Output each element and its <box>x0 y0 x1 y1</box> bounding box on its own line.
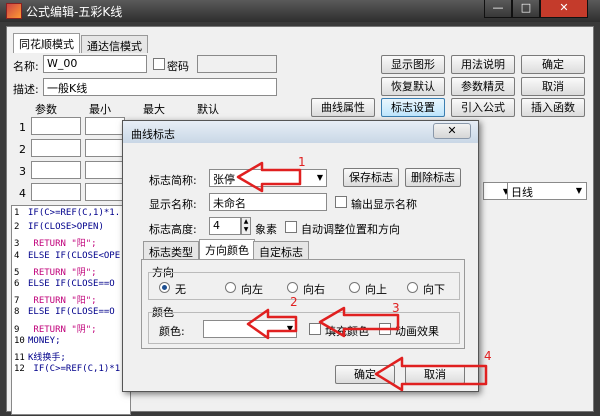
annotation-label-1: 1 <box>298 155 306 169</box>
annotation-label-4: 4 <box>484 349 492 363</box>
annotation-label-3: 3 <box>392 301 400 315</box>
arrow-annotation-1 <box>236 161 302 193</box>
arrow-annotation-4 <box>374 356 488 392</box>
arrow-annotation-2 <box>246 308 298 340</box>
annotation-label-2: 2 <box>290 295 298 309</box>
arrow-annotation-3 <box>318 306 400 338</box>
annotation-overlay: 1 2 3 4 <box>236 155 492 392</box>
